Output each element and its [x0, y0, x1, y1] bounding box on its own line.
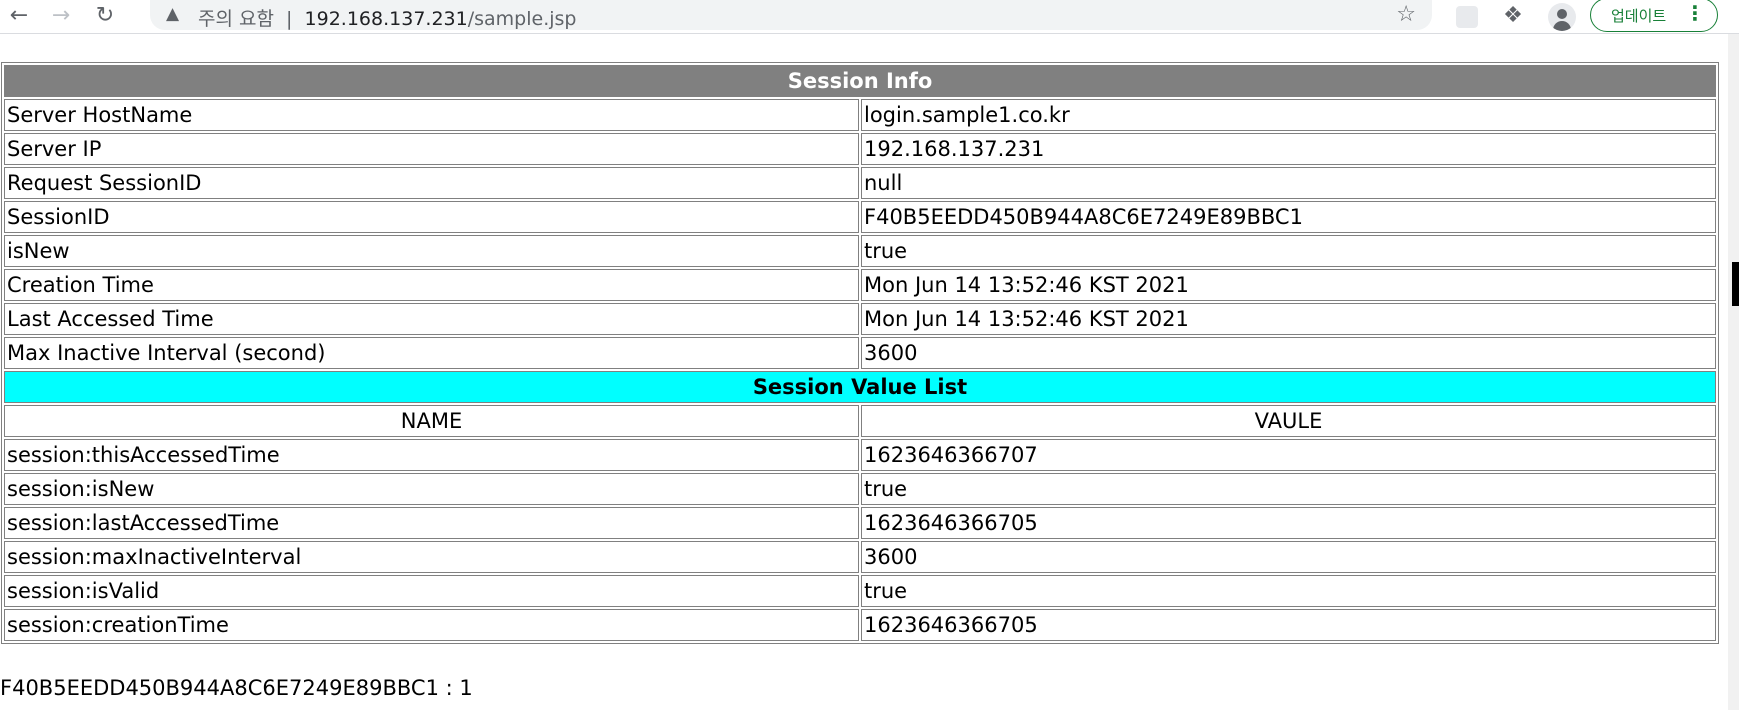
row-value: 1623646366705 — [861, 609, 1716, 641]
row-value: 3600 — [861, 337, 1716, 369]
row-value: Mon Jun 14 13:52:46 KST 2021 — [861, 303, 1716, 335]
row-value: Mon Jun 14 13:52:46 KST 2021 — [861, 269, 1716, 301]
row-key: session:isValid — [4, 575, 859, 607]
reload-icon[interactable]: ↻ — [92, 3, 118, 29]
session-count-line: F40B5EEDD450B944A8C6E7249E89BBC1 : 1 — [0, 676, 473, 700]
session-info-row: Request SessionID null — [4, 167, 1716, 199]
row-value: 1623646366705 — [861, 507, 1716, 539]
session-info-row: Server IP 192.168.137.231 — [4, 133, 1716, 165]
row-value: 1623646366707 — [861, 439, 1716, 471]
row-key: Creation Time — [4, 269, 859, 301]
row-value: true — [861, 473, 1716, 505]
row-key: Request SessionID — [4, 167, 859, 199]
session-info-row: isNew true — [4, 235, 1716, 267]
security-label: 주의 요함 — [198, 8, 274, 30]
url-text[interactable]: 주의 요함 | 192.168.137.231/sample.jsp — [198, 4, 576, 31]
scrollbar[interactable] — [1728, 34, 1739, 710]
session-value-row: session:thisAccessedTime 1623646366707 — [4, 439, 1716, 471]
address-bar[interactable]: ▲ 주의 요함 | 192.168.137.231/sample.jsp ☆ — [150, 0, 1432, 30]
extension-icon[interactable] — [1456, 6, 1478, 28]
session-value-row: session:isValid true — [4, 575, 1716, 607]
column-header-row: NAME VAULE — [4, 405, 1716, 437]
column-header-name: NAME — [4, 405, 859, 437]
session-value-header: Session Value List — [4, 371, 1716, 403]
session-info-row: Max Inactive Interval (second) 3600 — [4, 337, 1716, 369]
session-value-row: session:isNew true — [4, 473, 1716, 505]
warning-icon[interactable]: ▲ — [166, 4, 179, 24]
column-header-value: VAULE — [861, 405, 1716, 437]
row-key: isNew — [4, 235, 859, 267]
row-value: login.sample1.co.kr — [861, 99, 1716, 131]
row-key: Server HostName — [4, 99, 859, 131]
session-info-row: Creation Time Mon Jun 14 13:52:46 KST 202… — [4, 269, 1716, 301]
session-info-row: Last Accessed Time Mon Jun 14 13:52:46 KS… — [4, 303, 1716, 335]
url-path: /sample.jsp — [467, 8, 577, 30]
more-icon[interactable]: ⋮ — [1685, 1, 1705, 25]
row-key: Max Inactive Interval (second) — [4, 337, 859, 369]
back-icon[interactable]: ← — [6, 3, 32, 29]
url-host: 192.168.137.231 — [304, 8, 468, 30]
session-info-header: Session Info — [4, 65, 1716, 97]
row-key: session:maxInactiveInterval — [4, 541, 859, 573]
update-label: 업데이트 — [1611, 6, 1667, 25]
profile-icon[interactable] — [1548, 3, 1576, 31]
row-value: null — [861, 167, 1716, 199]
row-key: session:thisAccessedTime — [4, 439, 859, 471]
row-key: Server IP — [4, 133, 859, 165]
row-key: session:creationTime — [4, 609, 859, 641]
session-info-row: Server HostName login.sample1.co.kr — [4, 99, 1716, 131]
row-value: 3600 — [861, 541, 1716, 573]
row-value: true — [861, 235, 1716, 267]
session-value-row: session:maxInactiveInterval 3600 — [4, 541, 1716, 573]
row-key: session:lastAccessedTime — [4, 507, 859, 539]
row-value: true — [861, 575, 1716, 607]
row-key: Last Accessed Time — [4, 303, 859, 335]
session-info-title: Session Info — [4, 65, 1716, 97]
puzzle-icon[interactable]: ❖ — [1500, 3, 1526, 29]
update-button[interactable]: 업데이트 ⋮ — [1590, 0, 1718, 32]
session-value-row: session:lastAccessedTime 1623646366705 — [4, 507, 1716, 539]
session-info-row: SessionID F40B5EEDD450B944A8C6E7249E89BBC… — [4, 201, 1716, 233]
row-value: F40B5EEDD450B944A8C6E7249E89BBC1 — [861, 201, 1716, 233]
row-key: SessionID — [4, 201, 859, 233]
browser-toolbar: ← → ↻ ▲ 주의 요함 | 192.168.137.231/sample.j… — [0, 0, 1739, 34]
scrollbar-thumb[interactable] — [1732, 262, 1739, 306]
forward-icon[interactable]: → — [48, 3, 74, 29]
session-value-title: Session Value List — [4, 371, 1716, 403]
row-key: session:isNew — [4, 473, 859, 505]
row-value: 192.168.137.231 — [861, 133, 1716, 165]
session-value-row: session:creationTime 1623646366705 — [4, 609, 1716, 641]
star-icon[interactable]: ☆ — [1396, 2, 1416, 27]
session-table: Session Info Server HostName login.sample… — [1, 62, 1719, 644]
